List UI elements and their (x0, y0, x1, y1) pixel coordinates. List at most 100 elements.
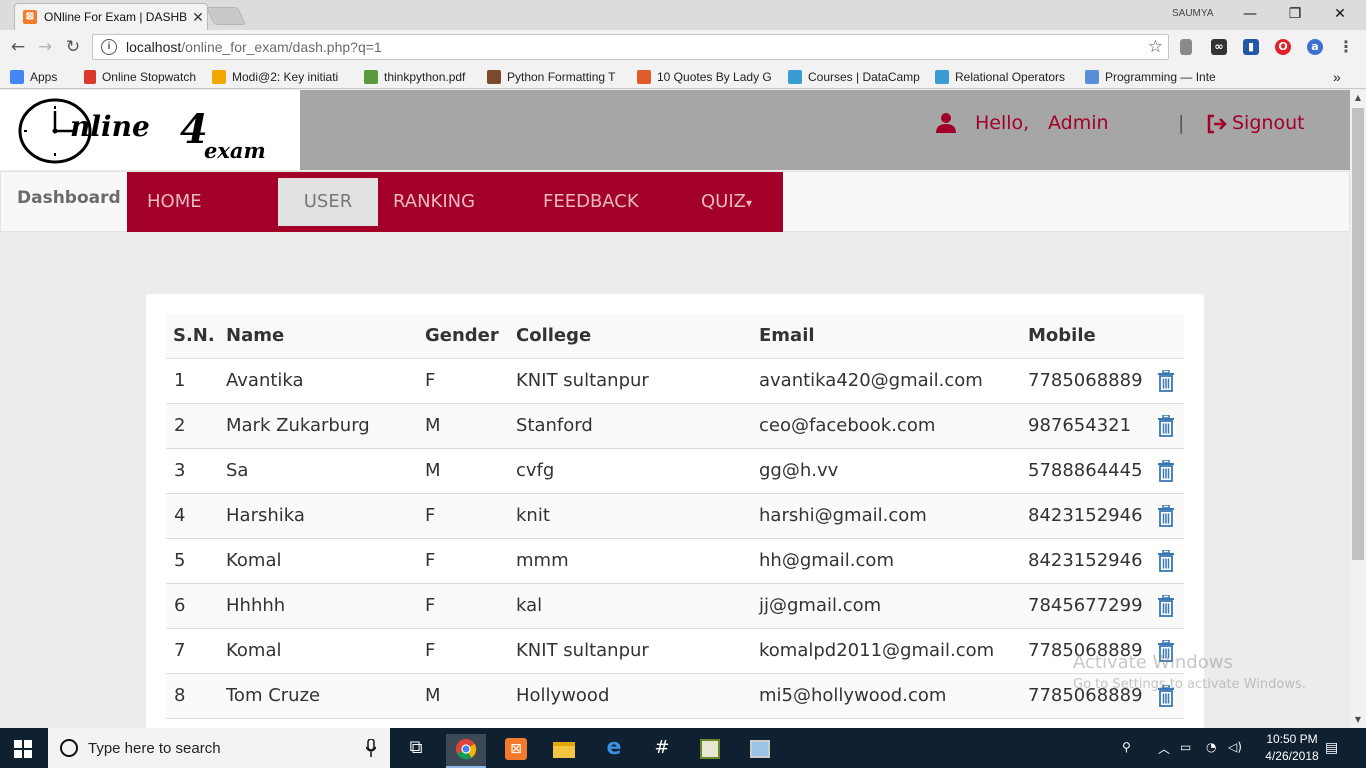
maximize-button[interactable]: ❐ (1275, 3, 1315, 25)
cell-sn: 7 (166, 628, 219, 674)
column-header-email: Email (752, 314, 1021, 359)
new-tab-button[interactable] (205, 7, 247, 25)
bookmark-label: Courses | DataCamp (808, 70, 920, 84)
bookmark-item[interactable]: Online Stopwatch (84, 68, 196, 86)
microphone-icon[interactable] (366, 739, 376, 757)
bookmark-item[interactable]: Relational Operators (935, 68, 1070, 86)
cell-email: mi5@hollywood.com (752, 673, 1021, 719)
bookmark-item[interactable]: Courses | DataCamp (788, 68, 922, 86)
xampp-taskbar-icon[interactable]: ⊠ (496, 734, 536, 768)
trash-icon[interactable] (1157, 414, 1175, 437)
chrome-taskbar-icon[interactable] (446, 734, 486, 768)
nav-feedback[interactable]: FEEDBACK (543, 178, 639, 226)
bookmarks-bar: Apps Online Stopwatch Modi@2: Key initiati… (0, 64, 1366, 89)
wifi-icon[interactable]: ◔ (1206, 740, 1216, 754)
signout-icon[interactable] (1206, 114, 1228, 134)
bookmark-item[interactable]: Modi@2: Key initiati (212, 68, 346, 86)
cell-mobile: 987654321 (1021, 403, 1150, 449)
site-logo[interactable]: nline 4 exam (0, 90, 300, 170)
windows-taskbar: Type here to search ⧉ ⊠ e # ⚲ ︿ ▭ ◔ ◁) 1… (0, 728, 1366, 768)
nav-ranking[interactable]: RANKING (393, 178, 475, 226)
trash-icon[interactable] (1157, 504, 1175, 527)
table-row: 4 Harshika Fknit harshi@gmail.com 8423152946 (166, 493, 1184, 539)
bookmark-item[interactable]: Programming — Inte (1085, 68, 1220, 86)
task-view-icon[interactable]: ⧉ (396, 734, 436, 768)
nav-user[interactable]: USER (278, 178, 378, 226)
opera-icon[interactable]: O (1275, 39, 1291, 55)
bookmark-item[interactable]: Python Formatting T (487, 68, 622, 86)
spreadsheet-icon[interactable] (690, 734, 730, 768)
bookmark-star-icon[interactable]: ☆ (1148, 37, 1163, 57)
s-icon (637, 70, 651, 84)
battery-icon[interactable]: ▭ (1180, 740, 1191, 754)
close-window-button[interactable]: ✕ (1320, 3, 1360, 25)
cell-email: gg@h.vv (752, 448, 1021, 494)
info-icon[interactable]: i (101, 39, 117, 55)
signout-link[interactable]: Signout (1232, 112, 1305, 134)
page-scrollbar[interactable]: ▲ ▼ (1350, 90, 1366, 728)
cell-gender: M (418, 403, 509, 449)
cell-college: cvfg (509, 448, 752, 494)
windows-start-icon[interactable] (14, 740, 32, 758)
tab-close-icon[interactable]: ✕ (189, 9, 207, 26)
extension-glasses-icon[interactable]: ∞ (1211, 39, 1227, 55)
cell-email: avantika420@gmail.com (752, 358, 1021, 404)
people-icon[interactable]: ⚲ (1122, 740, 1131, 754)
dashboard-brand[interactable]: Dashboard (17, 188, 121, 208)
scroll-up-arrow-icon[interactable]: ▲ (1350, 90, 1366, 106)
menu-kebab-icon[interactable]: ⋮ (1338, 39, 1354, 55)
site-header: nline 4 exam Hello, Admin | Signout (0, 90, 1350, 170)
table-row: 8 Tom Cruze M Hollywood mi5@hollywood.com 778… (166, 673, 1184, 719)
table-row: 5 Komal Fmmm hh@gmail.com 8423152946 (166, 538, 1184, 584)
forward-arrow-icon[interactable]: → (34, 36, 56, 58)
minimize-button[interactable]: — (1230, 3, 1270, 25)
nav-quiz-dropdown[interactable]: QUIZ▾ (701, 178, 752, 226)
cell-actions (1150, 538, 1184, 584)
page-viewport: nline 4 exam Hello, Admin | Signout Dash… (0, 90, 1350, 728)
cell-sn: 2 (166, 403, 219, 449)
extension-a-icon[interactable]: a (1307, 39, 1323, 55)
profile-name[interactable]: SAUMYA (1172, 8, 1214, 19)
browser-tab[interactable]: ⊠ ONline For Exam | DASHB ✕ (14, 3, 208, 30)
trash-icon[interactable] (1157, 594, 1175, 617)
cell-sn: 3 (166, 448, 219, 494)
cell-actions (1150, 493, 1184, 539)
bookmark-item[interactable]: 10 Quotes By Lady G (637, 68, 772, 86)
bookmark-item[interactable]: thinkpython.pdf (364, 68, 474, 86)
trash-icon[interactable] (1157, 549, 1175, 572)
cell-sn: 8 (166, 673, 219, 719)
bookmark-label: thinkpython.pdf (384, 70, 466, 84)
table-row: 3 Sa Mcvfg gg@h.vv 5788864445 (166, 448, 1184, 494)
column-header-gender: Gender (418, 314, 509, 359)
taskbar-clock[interactable]: 10:50 PM 4/26/2018 (1254, 731, 1330, 765)
show-hidden-icons-icon[interactable]: ︿ (1158, 740, 1170, 757)
back-arrow-icon[interactable]: ← (7, 36, 29, 58)
address-bar[interactable]: i localhost/online_for_exam/dash.php?q=1… (92, 34, 1169, 60)
bookmark-item[interactable]: Apps (10, 68, 72, 86)
extension-bookmark-icon[interactable]: ▮ (1243, 39, 1259, 55)
taskbar-search[interactable]: Type here to search (48, 728, 390, 768)
file-explorer-icon[interactable] (544, 734, 584, 768)
slack-icon[interactable]: # (642, 734, 682, 768)
edge-icon[interactable]: e (594, 734, 634, 768)
image-viewer-icon[interactable] (740, 734, 780, 768)
nav-home[interactable]: HOME (147, 178, 202, 226)
cell-email: hh@gmail.com (752, 538, 1021, 584)
scroll-down-arrow-icon[interactable]: ▼ (1350, 712, 1366, 728)
users-table: S.N. Name Gender College Email Mobile 1A… (166, 314, 1184, 719)
scroll-thumb[interactable] (1352, 108, 1364, 560)
bookmarks-overflow-button[interactable]: » (1333, 68, 1341, 86)
trash-icon[interactable] (1157, 459, 1175, 482)
table-row: 7 Komal F KNIT sultanpur komalpd2011@gmail.c… (166, 628, 1184, 674)
cell-gender: F (418, 493, 509, 539)
extension-bars-icon[interactable] (1180, 39, 1192, 55)
rainbow-icon (212, 70, 226, 84)
cell-actions (1150, 403, 1184, 449)
cell-gender: F (418, 628, 509, 674)
reload-icon[interactable]: ↻ (62, 36, 84, 58)
python-icon (487, 70, 501, 84)
trash-icon[interactable] (1157, 369, 1175, 392)
volume-icon[interactable]: ◁) (1228, 740, 1242, 754)
notifications-icon[interactable]: ▤ (1325, 740, 1338, 756)
cell-actions (1150, 448, 1184, 494)
